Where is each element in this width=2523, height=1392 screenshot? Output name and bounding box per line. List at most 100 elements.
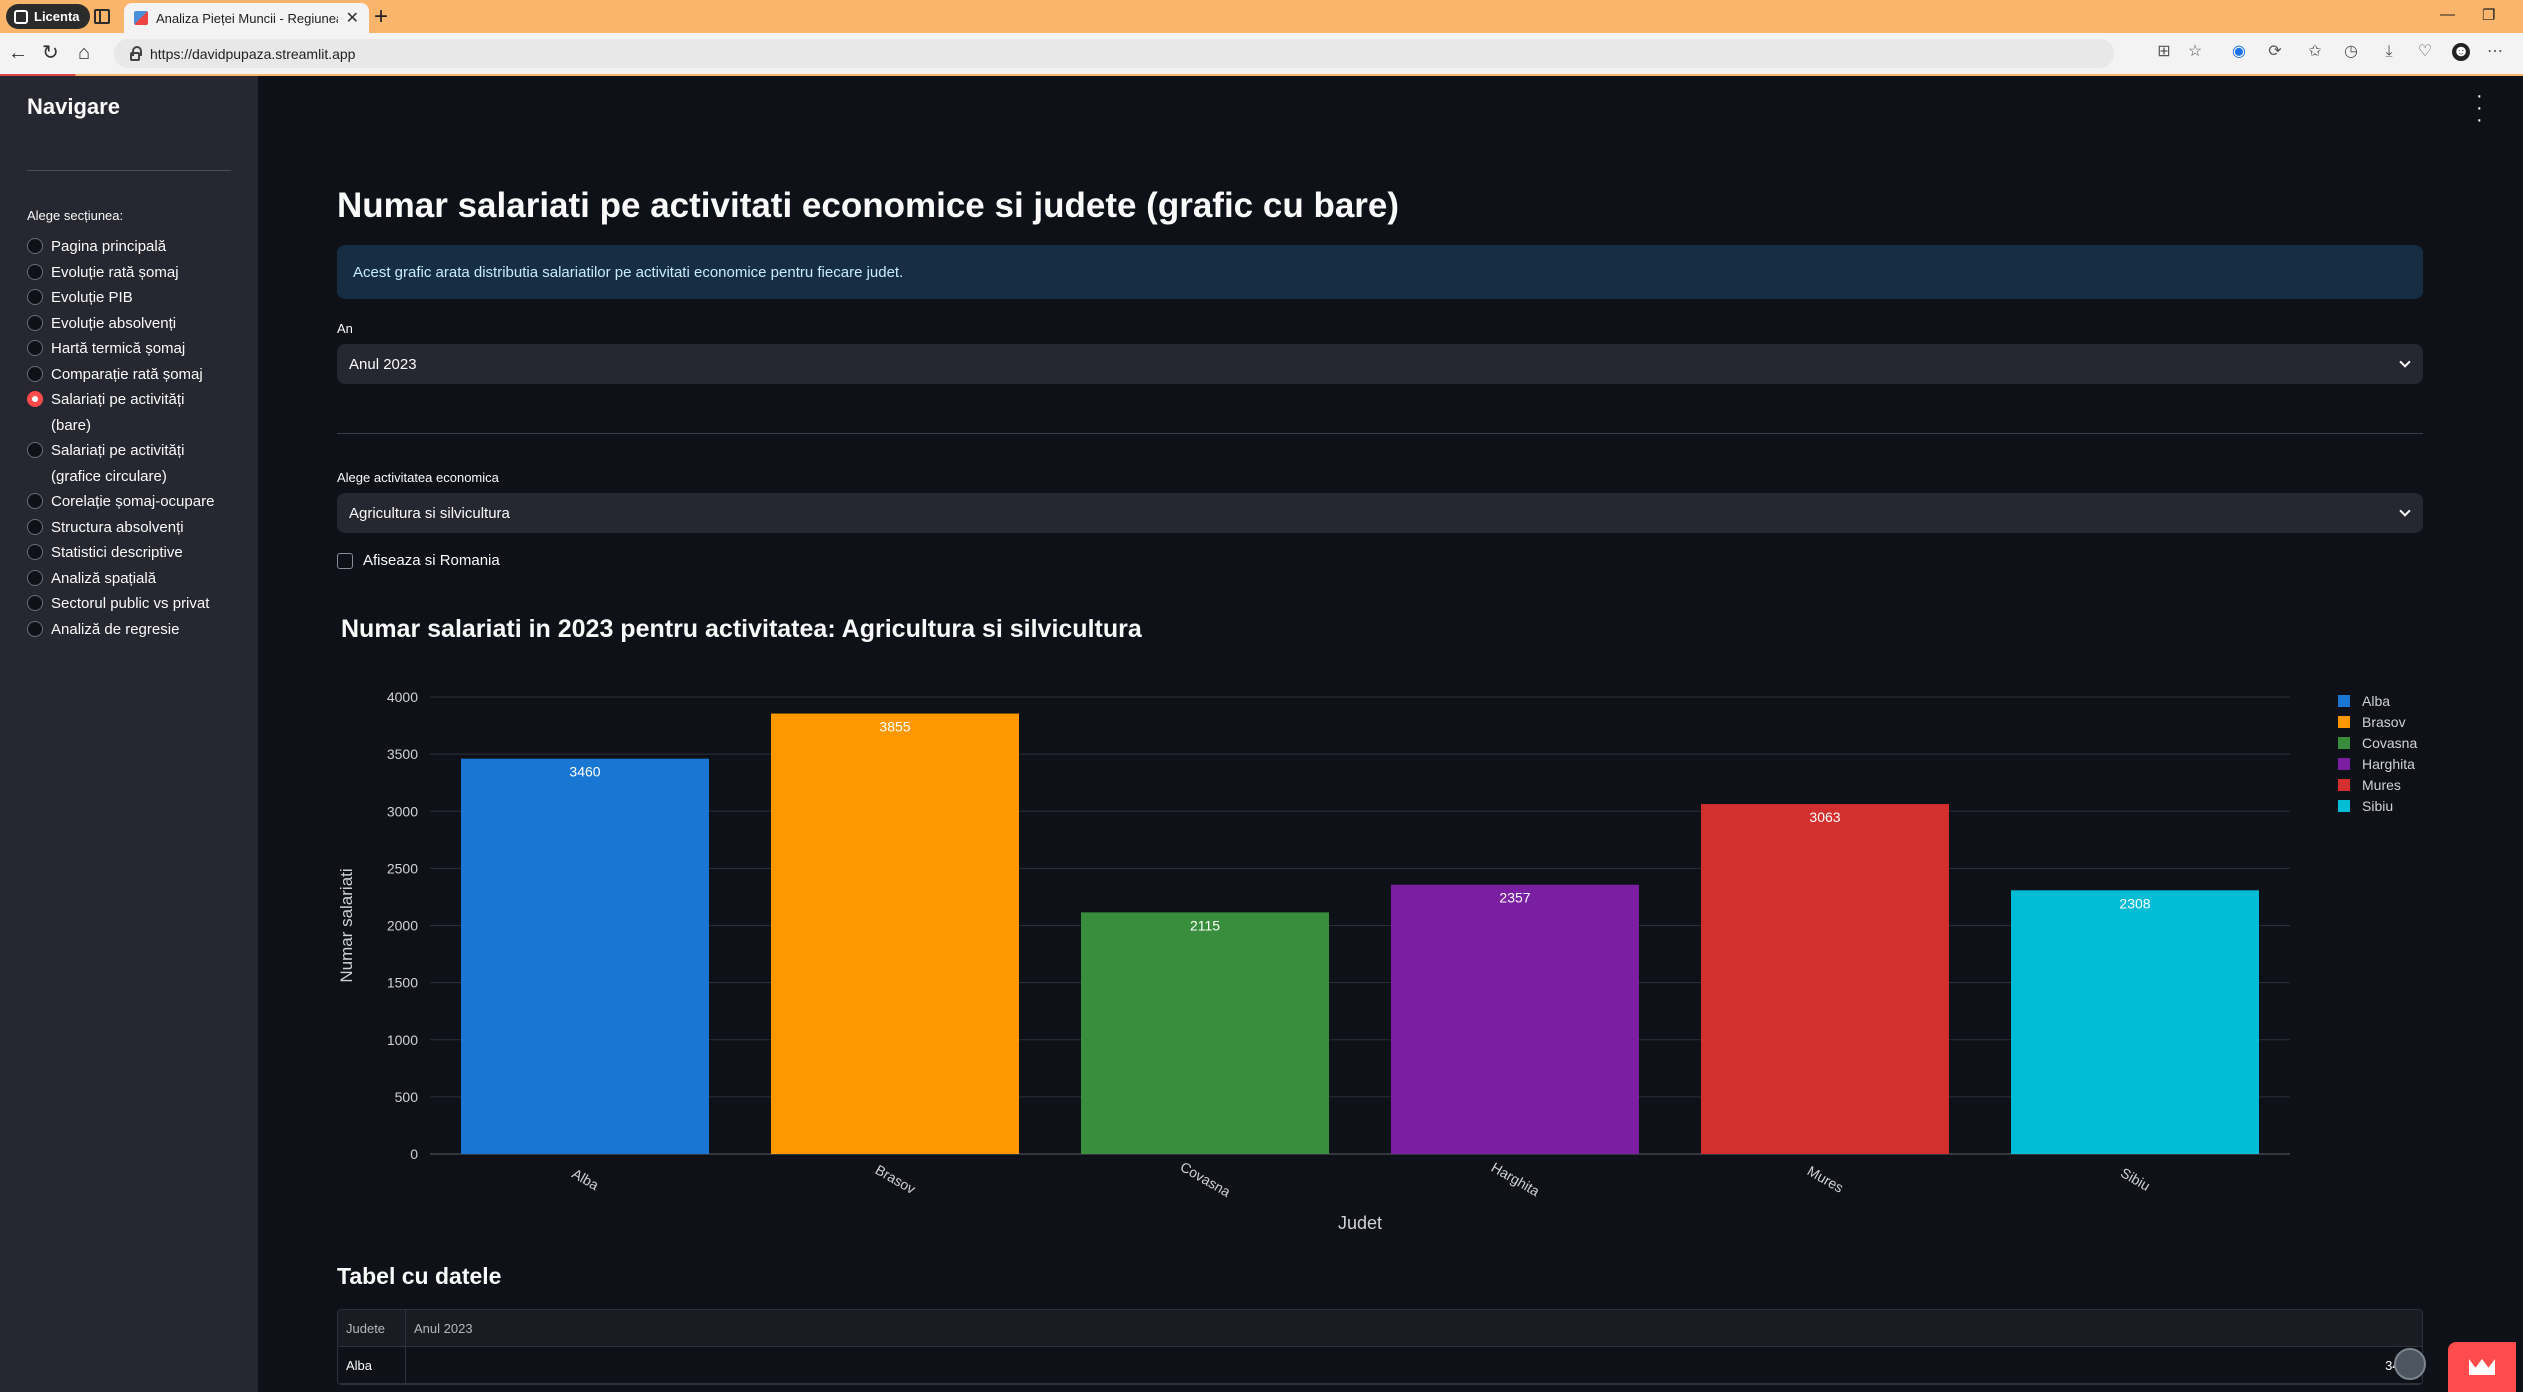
refresh-extension-icon[interactable]: ⟳ bbox=[2266, 43, 2284, 61]
table-title: Tabel cu datele bbox=[337, 1263, 502, 1289]
legend-label: Mures bbox=[2362, 777, 2401, 793]
radio-button-icon[interactable] bbox=[27, 289, 43, 305]
bar-value-label: 3855 bbox=[879, 719, 910, 735]
legend-swatch bbox=[2338, 800, 2350, 812]
download-icon[interactable]: ⤓ bbox=[2380, 43, 2398, 61]
table-header-cell[interactable]: Judete bbox=[338, 1310, 406, 1346]
table-header-row: Judete Anul 2023 bbox=[338, 1310, 2422, 1347]
sidebar-radio-label: Analiză spațială bbox=[51, 569, 157, 587]
more-options-icon[interactable]: ⋯ bbox=[2486, 43, 2504, 61]
sidebar-radio-item[interactable]: Salariați pe activități (grafice circula… bbox=[27, 438, 227, 489]
y-tick-label: 2500 bbox=[387, 860, 418, 876]
close-tab-icon[interactable]: ✕ bbox=[346, 8, 359, 28]
sidebar-title: Navigare bbox=[27, 94, 120, 119]
legend-label: Sibiu bbox=[2362, 798, 2393, 814]
favorite-star-icon[interactable]: ☆ bbox=[2186, 43, 2204, 61]
legend-swatch bbox=[2338, 758, 2350, 770]
year-label: An bbox=[337, 321, 353, 336]
creator-avatar[interactable] bbox=[2394, 1348, 2426, 1380]
sidebar-radio-item[interactable]: Salariați pe activități (bare) bbox=[27, 387, 227, 438]
sidebar-radio-label: Analiză de regresie bbox=[51, 620, 180, 638]
chart-title: Numar salariati in 2023 pentru activitat… bbox=[341, 615, 1142, 643]
profile-label: Licenta bbox=[34, 9, 80, 24]
radio-button-icon[interactable] bbox=[27, 314, 43, 331]
sidebar-radio-item[interactable]: Pagina principală bbox=[27, 234, 227, 260]
radio-button-icon[interactable] bbox=[27, 544, 43, 560]
sidebar-radio-item[interactable]: Hartă termică șomaj bbox=[27, 336, 227, 362]
tab-actions-icon[interactable] bbox=[94, 9, 110, 24]
sidebar-radio-label: Structura absolvenți bbox=[51, 518, 184, 536]
sidebar-radio-item[interactable]: Sectorul public vs privat bbox=[27, 591, 227, 617]
radio-button-icon[interactable] bbox=[27, 442, 43, 458]
sidebar-divider bbox=[27, 170, 231, 171]
sidebar-radio-item[interactable]: Evoluție rată șomaj bbox=[27, 260, 227, 286]
sidebar-radio-item[interactable]: Evoluție absolvenți bbox=[27, 311, 227, 337]
table-header-cell[interactable]: Anul 2023 bbox=[406, 1310, 2422, 1346]
radio-button-icon[interactable] bbox=[27, 238, 43, 254]
health-icon[interactable]: ♡ bbox=[2416, 43, 2434, 61]
radio-button-icon[interactable] bbox=[27, 493, 43, 509]
sidebar-radio-item[interactable]: Structura absolvenți bbox=[27, 515, 227, 541]
profile-button[interactable]: Licenta bbox=[6, 4, 90, 29]
legend-swatch bbox=[2338, 695, 2350, 707]
bar-value-label: 2115 bbox=[1190, 917, 1220, 933]
sidebar-radio-label: Salariați pe activități (bare) bbox=[51, 391, 185, 434]
radio-button-icon[interactable] bbox=[27, 569, 43, 586]
activity-select[interactable]: Agricultura si silvicultura bbox=[337, 493, 2423, 533]
streamlit-badge-button[interactable] bbox=[2448, 1342, 2516, 1392]
browser-tab-bar: Licenta Analiza Pieței Muncii - Regiunea… bbox=[0, 0, 2523, 33]
browser-tab[interactable]: Analiza Pieței Muncii - Regiunea C ✕ bbox=[124, 3, 369, 33]
sidebar-radio-label: Comparație rată șomaj bbox=[51, 365, 203, 383]
radio-button-icon[interactable] bbox=[27, 595, 43, 611]
history-icon[interactable]: ◷ bbox=[2342, 43, 2360, 61]
legend-label: Alba bbox=[2362, 693, 2390, 709]
tab-title: Analiza Pieței Muncii - Regiunea C bbox=[156, 10, 338, 26]
legend-swatch bbox=[2338, 737, 2350, 749]
minimize-icon[interactable]: — bbox=[2440, 6, 2455, 23]
section-divider bbox=[337, 433, 2423, 434]
reload-icon[interactable]: ↻ bbox=[42, 40, 59, 66]
show-romania-checkbox-row[interactable]: Afiseaza si Romania bbox=[337, 552, 500, 569]
radio-group-label: Alege secțiunea: bbox=[27, 208, 124, 223]
show-romania-label: Afiseaza si Romania bbox=[363, 552, 500, 569]
sidebar-radio-item[interactable]: Analiză spațială bbox=[27, 566, 227, 592]
restore-icon[interactable]: ❐ bbox=[2482, 6, 2495, 24]
x-tick-label: Covasna bbox=[1178, 1158, 1234, 1200]
extension-icon[interactable]: ◉ bbox=[2230, 43, 2248, 61]
y-tick-label: 1000 bbox=[387, 1032, 418, 1048]
x-tick-label: Mures bbox=[1805, 1162, 1847, 1195]
favorites-icon[interactable]: ✩ bbox=[2306, 43, 2324, 61]
account-avatar-icon[interactable]: ☻ bbox=[2452, 43, 2470, 61]
x-tick-label: Alba bbox=[569, 1165, 601, 1193]
show-romania-checkbox[interactable] bbox=[337, 552, 353, 569]
radio-button-icon[interactable] bbox=[27, 340, 43, 356]
year-select-value: Anul 2023 bbox=[349, 355, 417, 373]
app-available-icon[interactable]: ⊞ bbox=[2155, 43, 2173, 61]
sidebar-radio-label: Corelație șomaj-ocupare bbox=[51, 493, 215, 510]
y-tick-label: 0 bbox=[410, 1146, 418, 1162]
back-icon[interactable]: ← bbox=[8, 40, 28, 66]
sidebar-radio-item[interactable]: Analiză de regresie bbox=[27, 617, 227, 643]
bar-value-label: 3460 bbox=[569, 764, 600, 780]
home-icon[interactable]: ⌂ bbox=[78, 40, 90, 66]
y-tick-label: 500 bbox=[395, 1089, 419, 1105]
accent-strip bbox=[0, 74, 2523, 76]
new-tab-icon[interactable]: + bbox=[374, 3, 388, 31]
sidebar-radio-item[interactable]: Comparație rată șomaj bbox=[27, 362, 227, 388]
radio-button-icon[interactable] bbox=[27, 518, 43, 535]
chevron-down-icon bbox=[2399, 356, 2411, 368]
sidebar-radio-item[interactable]: Statistici descriptive bbox=[27, 540, 227, 566]
main-menu-icon[interactable]: · · · bbox=[2476, 86, 2483, 130]
sidebar-radio-label: Pagina principală bbox=[51, 238, 167, 255]
radio-button-icon[interactable] bbox=[27, 620, 43, 637]
radio-button-icon[interactable] bbox=[27, 391, 43, 407]
legend-label: Brasov bbox=[2362, 714, 2406, 730]
url-field[interactable]: https://davidpupaza.streamlit.app bbox=[114, 39, 2114, 68]
sidebar-radio-item[interactable]: Corelație șomaj-ocupare bbox=[27, 489, 227, 515]
url-text: https://davidpupaza.streamlit.app bbox=[150, 45, 356, 62]
radio-button-icon[interactable] bbox=[27, 365, 43, 382]
table-row: Alba3460 bbox=[338, 1347, 2422, 1384]
sidebar-radio-item[interactable]: Evoluție PIB bbox=[27, 285, 227, 311]
radio-button-icon[interactable] bbox=[27, 263, 43, 280]
year-select[interactable]: Anul 2023 bbox=[337, 344, 2423, 384]
